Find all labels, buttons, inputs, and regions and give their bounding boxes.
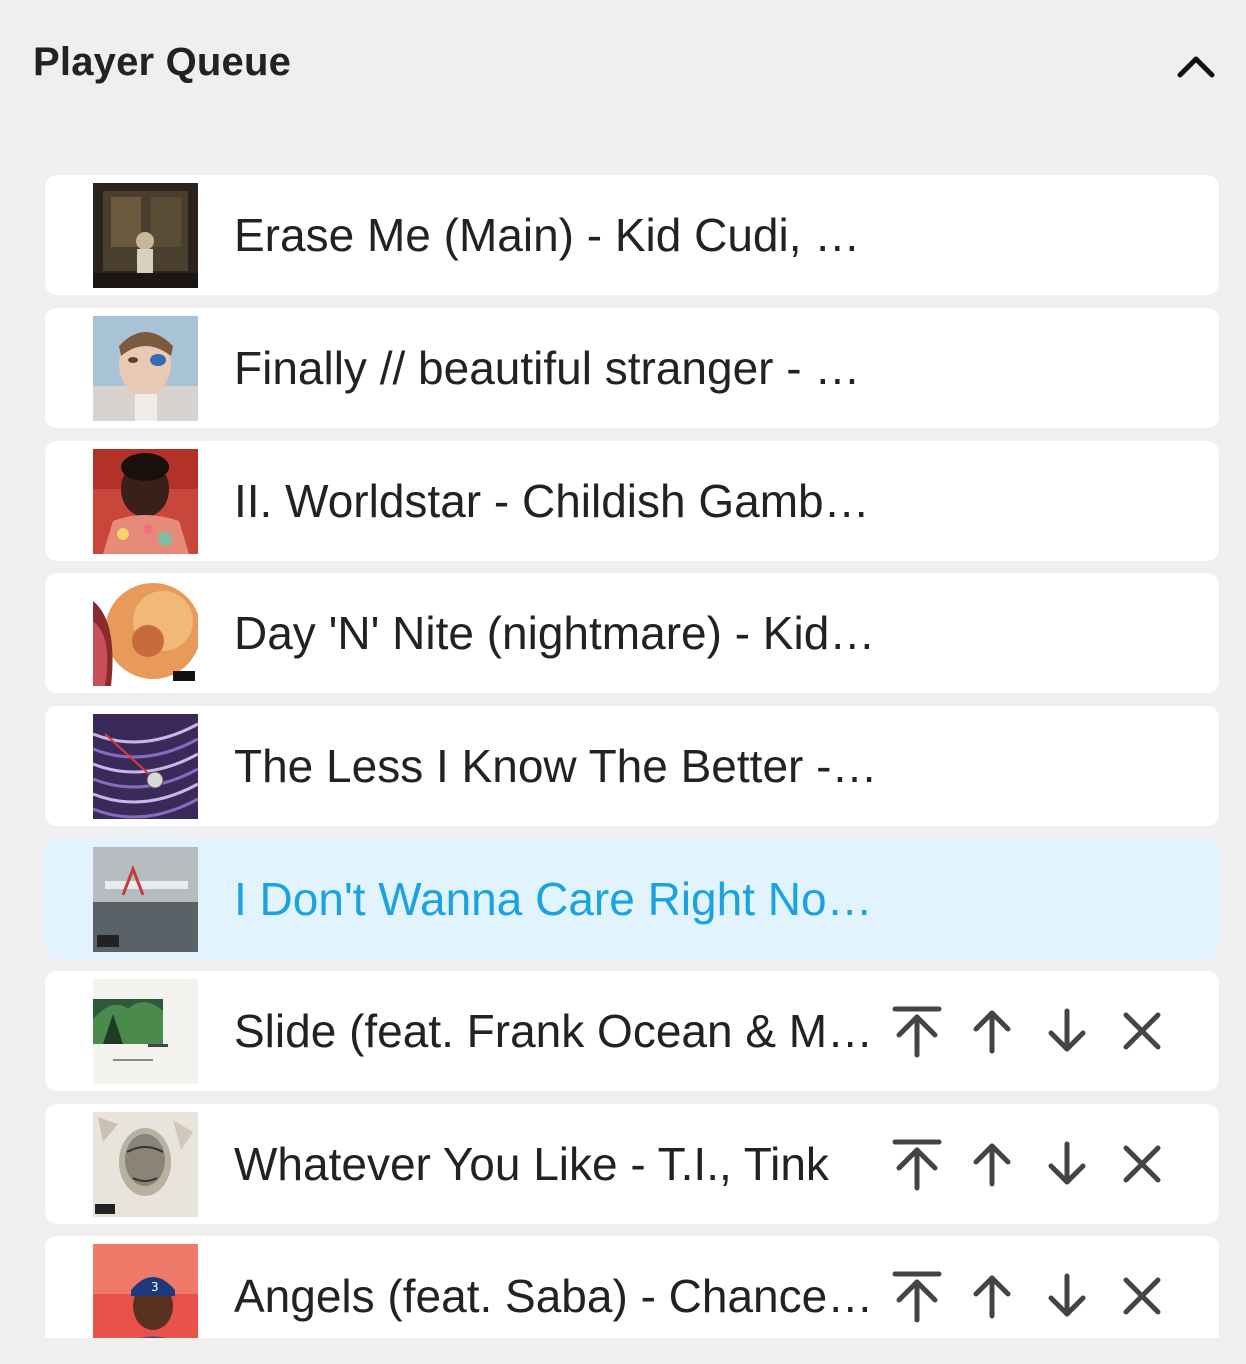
move-to-top-icon — [892, 1139, 942, 1191]
queue-item[interactable]: Slide (feat. Frank Ocean & M… — [45, 971, 1219, 1091]
panel-title: Player Queue — [33, 40, 292, 84]
chevron-up-icon — [1177, 56, 1215, 78]
track-title: I Don't Wanna Care Right No… — [234, 873, 873, 925]
item-actions — [887, 1266, 1187, 1326]
move-down-icon — [1048, 1141, 1086, 1185]
queue-list: Erase Me (Main) - Kid Cudi, … Finally //… — [45, 175, 1219, 1338]
item-actions — [887, 1001, 1187, 1061]
svg-text:3: 3 — [151, 1280, 159, 1294]
queue-item[interactable]: 3 Angels (feat. Saba) - Chance… — [45, 1236, 1219, 1338]
move-down-icon — [1048, 1008, 1086, 1052]
queue-item[interactable]: Day 'N' Nite (nightmare) - Kid… — [45, 573, 1219, 693]
album-art-man-on-the-moon-ii — [93, 183, 198, 288]
remove-button[interactable] — [1112, 1266, 1172, 1326]
album-art-slide — [93, 979, 198, 1084]
album-art-because-the-internet — [93, 449, 198, 554]
move-to-top-button[interactable] — [887, 1001, 947, 1061]
remove-icon — [1123, 1012, 1161, 1050]
item-actions — [887, 1134, 1187, 1194]
move-up-icon — [973, 1010, 1011, 1054]
move-up-button[interactable] — [962, 1266, 1022, 1326]
move-to-top-icon — [892, 1006, 942, 1058]
move-up-button[interactable] — [962, 1001, 1022, 1061]
move-up-button[interactable] — [962, 1134, 1022, 1194]
album-art-lasers — [93, 847, 198, 952]
queue-item[interactable]: Whatever You Like - T.I., Tink — [45, 1104, 1219, 1224]
album-art-badlands — [93, 316, 198, 421]
track-title: Slide (feat. Frank Ocean & M… — [234, 1005, 874, 1057]
track-title: The Less I Know The Better -… — [234, 740, 878, 792]
album-art-man-on-the-moon — [93, 581, 198, 686]
track-title: II. Worldstar - Childish Gamb… — [234, 475, 870, 527]
remove-button[interactable] — [1112, 1001, 1172, 1061]
album-art-coloring-book: 3 — [93, 1244, 198, 1338]
queue-item[interactable]: The Less I Know The Better -… — [45, 706, 1219, 826]
track-title: Angels (feat. Saba) - Chance… — [234, 1270, 874, 1322]
move-up-icon — [973, 1275, 1011, 1319]
collapse-button[interactable] — [1170, 40, 1222, 92]
move-to-top-icon — [892, 1271, 942, 1323]
move-to-top-button[interactable] — [887, 1134, 947, 1194]
move-down-button[interactable] — [1037, 1134, 1097, 1194]
track-title: Day 'N' Nite (nightmare) - Kid… — [234, 607, 876, 659]
remove-icon — [1123, 1145, 1161, 1183]
remove-icon — [1123, 1277, 1161, 1315]
queue-item[interactable]: Finally // beautiful stranger - … — [45, 308, 1219, 428]
album-art-paper-trail — [93, 1112, 198, 1217]
move-down-button[interactable] — [1037, 1001, 1097, 1061]
remove-button[interactable] — [1112, 1134, 1172, 1194]
queue-item[interactable]: Erase Me (Main) - Kid Cudi, … — [45, 175, 1219, 295]
move-down-button[interactable] — [1037, 1266, 1097, 1326]
move-up-icon — [973, 1143, 1011, 1187]
album-art-currents — [93, 714, 198, 819]
queue-item-current[interactable]: I Don't Wanna Care Right No… — [45, 839, 1219, 959]
move-down-icon — [1048, 1273, 1086, 1317]
queue-item[interactable]: II. Worldstar - Childish Gamb… — [45, 441, 1219, 561]
queue-header: Player Queue — [0, 0, 1246, 130]
track-title: Finally // beautiful stranger - … — [234, 342, 861, 394]
track-title: Whatever You Like - T.I., Tink — [234, 1138, 829, 1190]
move-to-top-button[interactable] — [887, 1266, 947, 1326]
track-title: Erase Me (Main) - Kid Cudi, … — [234, 209, 861, 261]
